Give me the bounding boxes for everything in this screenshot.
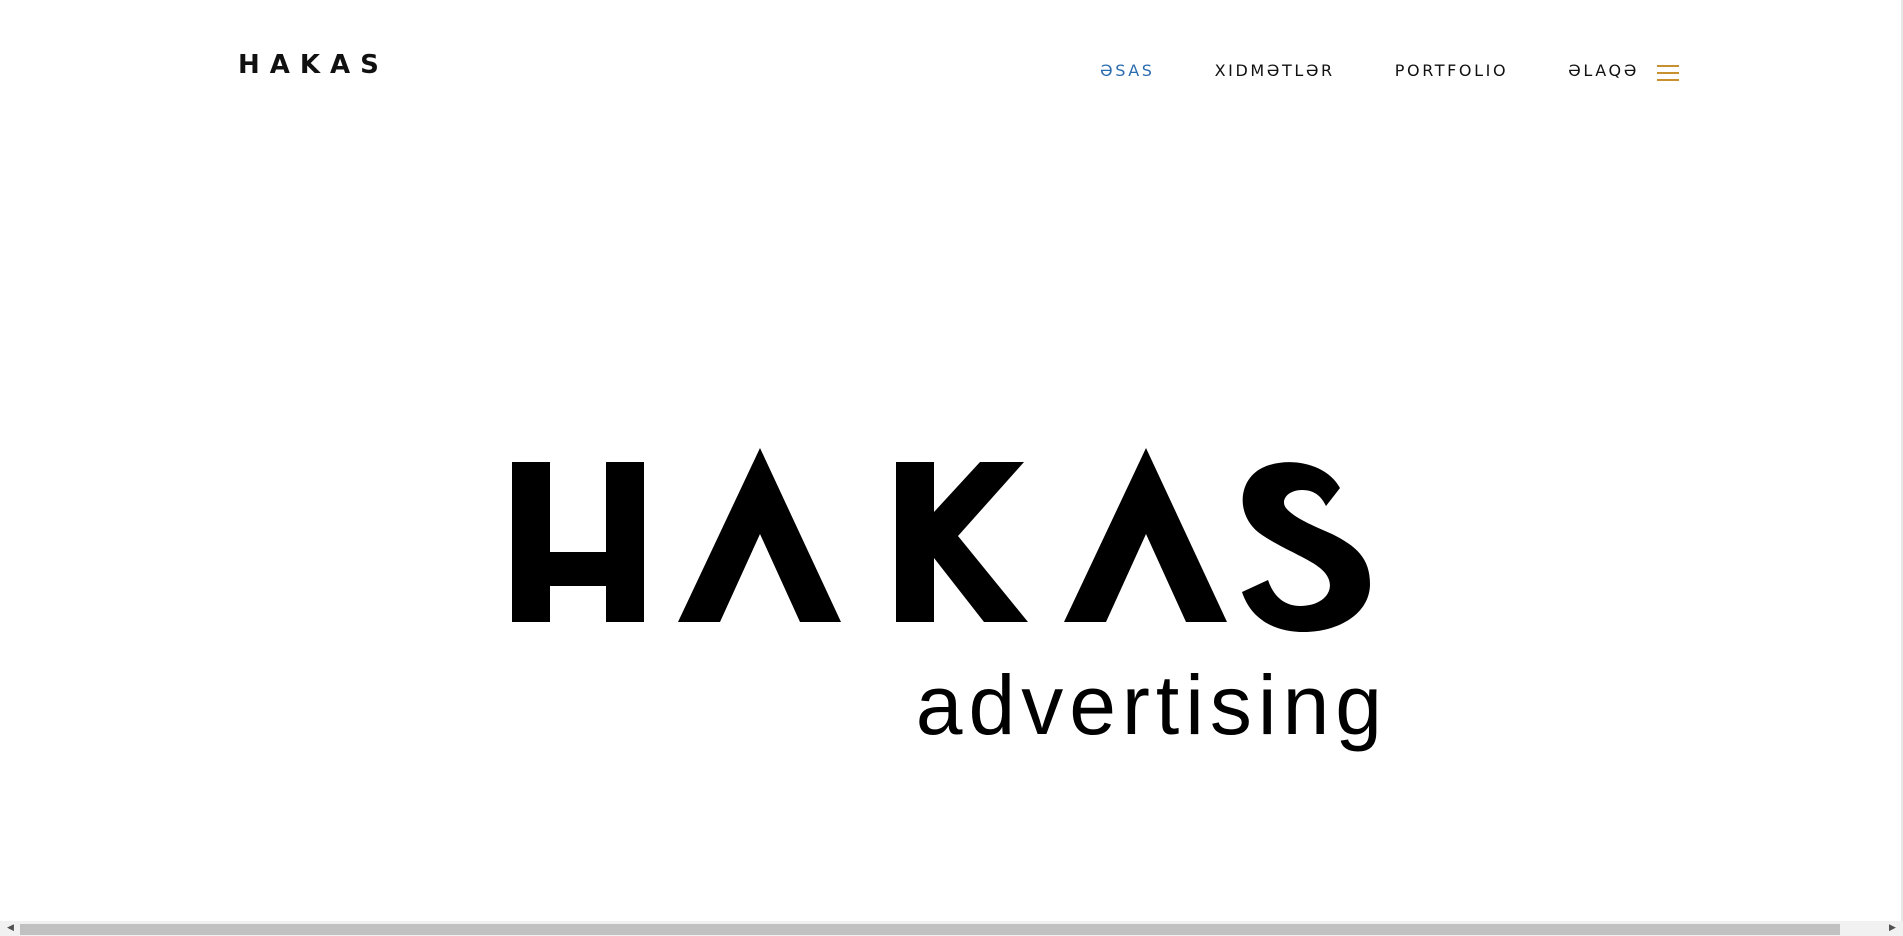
hamburger-menu-icon[interactable] — [1656, 65, 1679, 81]
nav-item-elaqe[interactable]: ƏLAQƏ — [1568, 58, 1639, 84]
main-nav: ƏSAS XIDMƏTLƏR PORTFOLIO ƏLAQƏ — [1100, 58, 1679, 84]
page: HAKAS ƏSAS XIDMƏTLƏR PORTFOLIO ƏLAQƏ adv… — [0, 0, 1903, 936]
hakas-advertising-logo: advertising — [512, 448, 1388, 752]
hamburger-line — [1656, 79, 1679, 81]
brand-logo-link[interactable]: HAKAS — [238, 48, 389, 82]
logo-wordmark — [512, 448, 1370, 632]
scrollbar-thumb[interactable] — [20, 924, 1840, 935]
hamburger-line — [1656, 65, 1679, 67]
logo-tagline: advertising — [916, 658, 1388, 752]
horizontal-scrollbar[interactable]: ◀ ▶ — [0, 921, 1903, 936]
nav-item-portfolio[interactable]: PORTFOLIO — [1395, 58, 1508, 84]
scroll-left-arrow-icon[interactable]: ◀ — [3, 921, 18, 936]
nav-item-esas[interactable]: ƏSAS — [1100, 58, 1155, 84]
nav-item-xidmetler[interactable]: XIDMƏTLƏR — [1215, 58, 1335, 84]
hamburger-line — [1656, 72, 1679, 74]
scroll-right-arrow-icon[interactable]: ▶ — [1885, 921, 1900, 936]
